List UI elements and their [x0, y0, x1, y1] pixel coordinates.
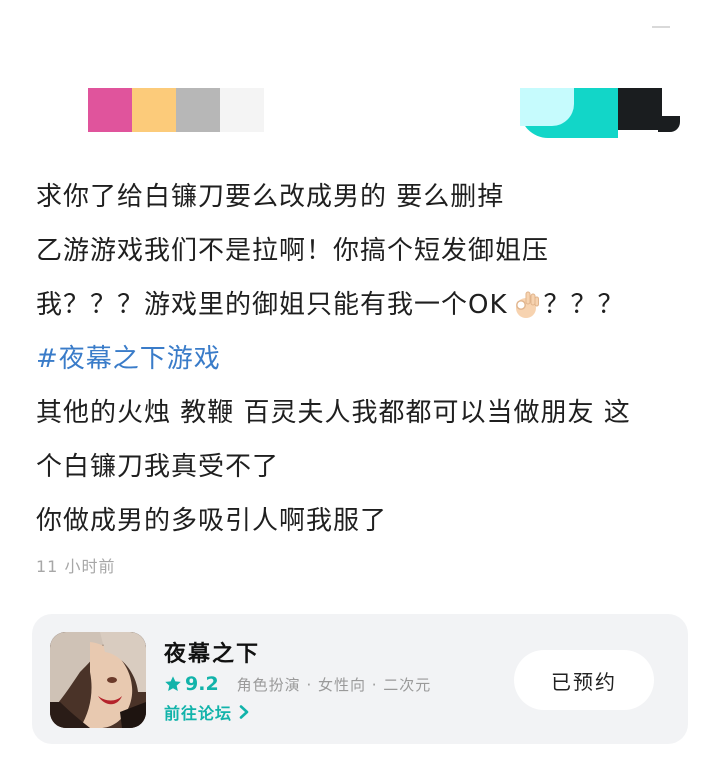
cyan-block: [520, 88, 574, 126]
ok-hand-icon: [515, 291, 539, 318]
forum-link[interactable]: 前往论坛: [164, 700, 250, 724]
top-divider: [652, 26, 670, 28]
color-block-yellow: [132, 88, 176, 132]
post-body: 求你了给白镰刀要么改成男的 要么删掉 乙游游戏我们不是拉啊！你搞个短发御姐压 我…: [36, 170, 696, 548]
post-line-text: 我？？？游戏里的御姐只能有我一个OK: [36, 290, 508, 320]
post-line: 我？？？游戏里的御姐只能有我一个OK ？？？: [36, 278, 696, 332]
dark-block: [618, 88, 662, 130]
hashtag-link[interactable]: #夜幕之下游戏: [36, 332, 696, 386]
redacted-header-strip: [88, 88, 264, 132]
redacted-avatar-area: [520, 88, 680, 138]
color-block-pink: [88, 88, 132, 132]
post-line: 个白镰刀我真受不了: [36, 452, 280, 482]
color-block-gray: [176, 88, 220, 132]
game-art-image: [50, 632, 146, 728]
rating-score: 9.2: [185, 673, 219, 695]
color-block-white: [220, 88, 264, 132]
post-line-text: ？？？: [543, 290, 625, 320]
genre-tags: 角色扮演 · 女性向 · 二次元: [236, 675, 432, 694]
forum-link-label: 前往论坛: [164, 704, 233, 723]
star-icon: [165, 676, 181, 692]
game-icon[interactable]: [50, 632, 146, 728]
dark-corner-block: [658, 116, 680, 132]
post-line: 乙游游戏我们不是拉啊！你搞个短发御姐压: [36, 236, 550, 266]
reserved-button[interactable]: 已预约: [514, 650, 654, 710]
post-timestamp: 11 小时前: [36, 557, 116, 576]
chevron-right-icon: [239, 705, 249, 719]
post-line: 你做成男的多吸引人啊我服了: [36, 506, 388, 536]
game-title: 夜幕之下: [164, 642, 261, 667]
game-card[interactable]: 夜幕之下 9.2 角色扮演 · 女性向 · 二次元 前往论坛 已预约: [32, 614, 688, 744]
post-line: 其他的火烛 教鞭 百灵夫人我都都可以当做朋友 这: [36, 398, 631, 428]
post-line: 求你了给白镰刀要么改成男的 要么删掉: [36, 182, 505, 212]
rating-row: 9.2 角色扮演 · 女性向 · 二次元: [164, 672, 431, 696]
